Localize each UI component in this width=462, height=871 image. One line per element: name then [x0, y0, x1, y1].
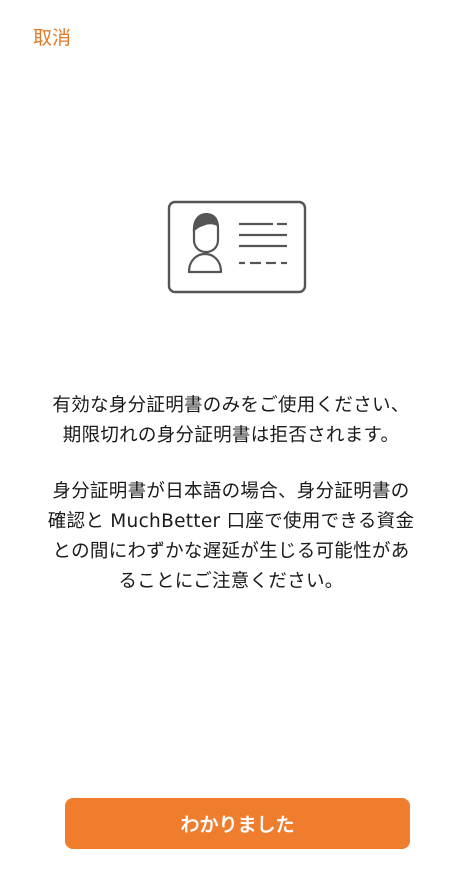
id-card-illustration [167, 200, 307, 294]
notice-line: 有効な身分証明書のみをご使用ください、 [52, 395, 410, 416]
notice-line: 身分証明書が日本語の場合、身分証明書の [52, 481, 410, 502]
notice-line: との間にわずかな遅延が生じる可能性があ [52, 541, 410, 562]
confirm-button[interactable]: わかりました [65, 798, 410, 849]
notice-paragraph-1: 有効な身分証明書のみをご使用ください、 期限切れの身分証明書は拒否されます。 [20, 391, 442, 451]
cancel-button[interactable]: 取消 [33, 24, 71, 52]
notice-line: 確認と MuchBetter 口座で使用できる資金 [47, 511, 415, 532]
id-text-lines [239, 222, 287, 265]
notice-line: ることにご注意ください。 [118, 571, 344, 592]
person-icon [187, 213, 223, 274]
id-card-icon [167, 200, 307, 294]
notice-line: 期限切れの身分証明書は拒否されます。 [62, 425, 400, 446]
notice-paragraph-2: 身分証明書が日本語の場合、身分証明書の 確認と MuchBetter 口座で使用… [20, 477, 442, 597]
